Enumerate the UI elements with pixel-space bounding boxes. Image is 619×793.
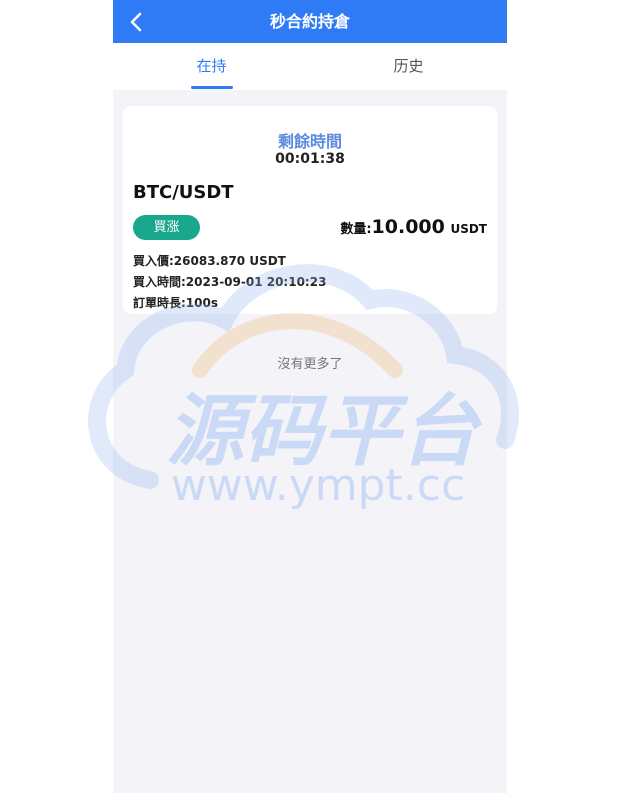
phone-screen: 秒合約持倉 在持 历史 剩餘時間 00:01:38 BTC/USDT 買涨 數量…	[113, 0, 507, 793]
top-bar: 秒合約持倉	[113, 0, 507, 43]
list-end-text: 沒有更多了	[277, 357, 343, 372]
tab-bar: 在持 历史	[113, 43, 507, 90]
order-duration: 訂單時長:100s	[133, 296, 218, 310]
direction-badge: 買涨	[133, 215, 200, 240]
remaining-time-label: 剩餘時間	[277, 132, 342, 151]
quantity-value: 10.000	[371, 216, 445, 238]
tab-holding-label: 在持	[196, 57, 227, 75]
tab-holding[interactable]: 在持	[113, 43, 310, 90]
trading-pair: BTC/USDT	[133, 182, 234, 203]
page-title: 秒合約持倉	[269, 12, 350, 31]
buy-time: 買入時間:2023-09-01 20:10:23	[133, 275, 327, 289]
remaining-time-value: 00:01:38	[275, 151, 345, 167]
tab-history-label: 历史	[393, 57, 424, 75]
quantity-label: 數量:	[340, 222, 372, 237]
order-card[interactable]: 剩餘時間 00:01:38 BTC/USDT 買涨 數量:10.000 USDT…	[123, 106, 497, 314]
active-tab-indicator	[191, 86, 233, 89]
quantity-unit: USDT	[450, 222, 487, 236]
buy-price: 買入價:26083.870 USDT	[133, 254, 286, 268]
tab-history[interactable]: 历史	[310, 43, 507, 90]
quantity: 數量:10.000 USDT	[340, 216, 487, 238]
